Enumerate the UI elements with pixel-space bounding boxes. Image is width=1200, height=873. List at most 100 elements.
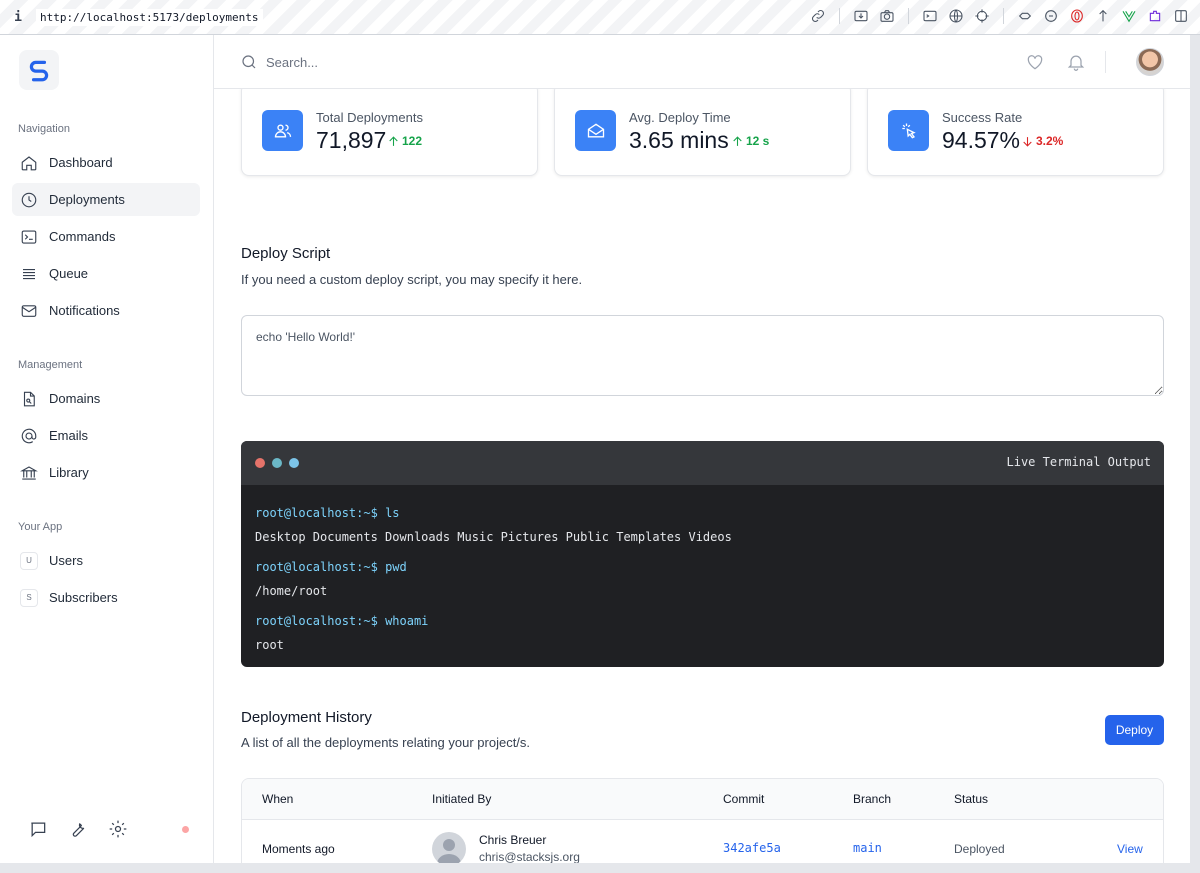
sidebar-footer-actions: [28, 819, 128, 844]
terminal-entry: root@localhost:~$ pwd /home/root: [255, 555, 1150, 603]
sidebar-toggle-icon[interactable]: [1172, 7, 1190, 25]
crosshair-icon[interactable]: [973, 7, 991, 25]
stat-card-avg-deploy-time: Avg. Deploy Time 3.65 mins 12 s: [554, 89, 851, 176]
view-link[interactable]: View: [1117, 842, 1143, 856]
stat-card-total-deployments: Total Deployments 71,897 122: [241, 89, 538, 176]
sidebar-item-deployments[interactable]: Deployments: [12, 183, 200, 216]
sidebar-item-emails[interactable]: Emails: [12, 419, 200, 452]
stat-change-value: 12 s: [746, 134, 770, 148]
sidebar-item-label: Emails: [49, 428, 89, 443]
stat-change-value: 122: [402, 134, 423, 148]
stat-label: Success Rate: [942, 110, 1023, 125]
stat-value: 94.57%: [942, 127, 1021, 153]
sidebar-item-domains[interactable]: Domains: [12, 382, 200, 415]
terminal-entry: root@localhost:~$ whoami root: [255, 609, 1150, 657]
status-text: Deployed: [954, 842, 1005, 856]
terminal-prompt: root@localhost:~$: [255, 560, 378, 574]
initiator-avatar: [432, 832, 466, 863]
sidebar-item-users[interactable]: U Users: [12, 544, 200, 577]
sidebar-item-queue[interactable]: Queue: [12, 257, 200, 290]
sidebar-item-label: Queue: [49, 266, 89, 281]
screenshot-icon[interactable]: [852, 7, 870, 25]
console-icon[interactable]: [921, 7, 939, 25]
link-icon[interactable]: [809, 7, 827, 25]
deploy-script-input[interactable]: echo 'Hello World!': [241, 315, 1164, 396]
column-header-status[interactable]: Status: [954, 792, 988, 806]
heart-icon[interactable]: [1025, 52, 1045, 77]
clock-icon: [20, 191, 38, 209]
deployment-history-title: Deployment History: [241, 709, 372, 726]
stat-change: 12 s: [731, 134, 769, 148]
table-row: Moments ago Chris Breuer chris@stacksjs.…: [242, 820, 1163, 863]
initiator-email: chris@stacksjs.org: [479, 850, 580, 863]
column-header-commit[interactable]: Commit: [723, 792, 764, 806]
toolbar-divider: [1003, 8, 1004, 24]
queue-icon: [20, 265, 38, 283]
terminal-icon: [20, 228, 38, 246]
user-avatar[interactable]: [1136, 48, 1164, 76]
at-icon: [20, 427, 38, 445]
stat-label: Avg. Deploy Time: [629, 110, 731, 125]
terminal-command: ls: [385, 506, 400, 520]
users-icon: [262, 110, 303, 151]
bell-icon[interactable]: [1066, 52, 1086, 77]
terminal-dot-red: [255, 458, 265, 468]
terminal-line: Desktop Documents Downloads Music Pictur…: [255, 530, 732, 544]
terminal-command: whoami: [385, 614, 429, 628]
sidebar-item-label: Subscribers: [49, 590, 118, 605]
extension-cloud-icon[interactable]: [1016, 7, 1034, 25]
gear-icon[interactable]: [108, 819, 128, 844]
extension-puzzle-icon[interactable]: [1146, 7, 1164, 25]
deploy-button[interactable]: Deploy: [1105, 715, 1164, 745]
sidebar-item-notifications[interactable]: Notifications: [12, 294, 200, 327]
users-letter-badge: U: [20, 551, 38, 570]
terminal-entry: root@localhost:~$ ls Desktop Documents D…: [255, 501, 1150, 549]
extension-fork-icon[interactable]: [1094, 7, 1112, 25]
main-content: Total Deployments 71,897 122 Avg. Deploy…: [214, 89, 1190, 863]
section-label-management: Management: [18, 359, 83, 371]
sidebar-item-dashboard[interactable]: Dashboard: [12, 146, 200, 179]
terminal-dot-blue: [289, 458, 299, 468]
sidebar-item-label: Dashboard: [49, 155, 113, 170]
column-header-when[interactable]: When: [262, 792, 293, 806]
terminal-command: pwd: [385, 560, 407, 574]
header-divider: [1105, 51, 1106, 73]
branch-link[interactable]: main: [853, 841, 882, 855]
site-info-icon[interactable]: i: [0, 10, 36, 25]
arrow-up-icon: [733, 135, 742, 146]
sidebar-item-label: Deployments: [49, 192, 125, 207]
commit-link[interactable]: 342afe5a: [723, 841, 781, 855]
mail-icon: [20, 302, 38, 320]
sidebar-item-label: Notifications: [49, 303, 120, 318]
chat-icon[interactable]: [28, 819, 48, 844]
wrench-icon[interactable]: [68, 819, 88, 844]
terminal-header: Live Terminal Output: [241, 441, 1164, 485]
browser-toolbar: i http://localhost:5173/deployments: [0, 0, 1200, 35]
stat-change-value: 3.2%: [1036, 134, 1064, 148]
deploy-script-description: If you need a custom deploy script, you …: [241, 272, 583, 287]
extension-opera-icon[interactable]: [1068, 7, 1086, 25]
cursor-click-icon: [888, 110, 929, 151]
sidebar-item-library[interactable]: Library: [12, 456, 200, 489]
search-input[interactable]: [266, 49, 666, 75]
initiator-name: Chris Breuer: [479, 833, 547, 847]
stat-value: 71,897: [316, 127, 387, 153]
stat-label: Total Deployments: [316, 110, 423, 125]
globe-icon[interactable]: [947, 7, 965, 25]
extension-vue-icon[interactable]: [1120, 7, 1138, 25]
search-icon: [240, 53, 258, 76]
sidebar-item-subscribers[interactable]: S Subscribers: [12, 581, 200, 614]
sidebar-item-commands[interactable]: Commands: [12, 220, 200, 253]
browser-tools: [809, 7, 1190, 25]
terminal-prompt: root@localhost:~$: [255, 506, 378, 520]
address-bar[interactable]: http://localhost:5173/deployments: [36, 8, 263, 26]
column-header-initiated-by[interactable]: Initiated By: [432, 792, 491, 806]
camera-icon[interactable]: [878, 7, 896, 25]
terminal-title: Live Terminal Output: [1006, 455, 1152, 469]
toolbar-divider: [839, 8, 840, 24]
column-header-branch[interactable]: Branch: [853, 792, 891, 806]
app-logo[interactable]: [19, 50, 59, 90]
extension-vpn-icon[interactable]: [1042, 7, 1060, 25]
sidebar: Navigation Dashboard Deployments Command…: [0, 35, 214, 863]
terminal-prompt: root@localhost:~$: [255, 614, 378, 628]
